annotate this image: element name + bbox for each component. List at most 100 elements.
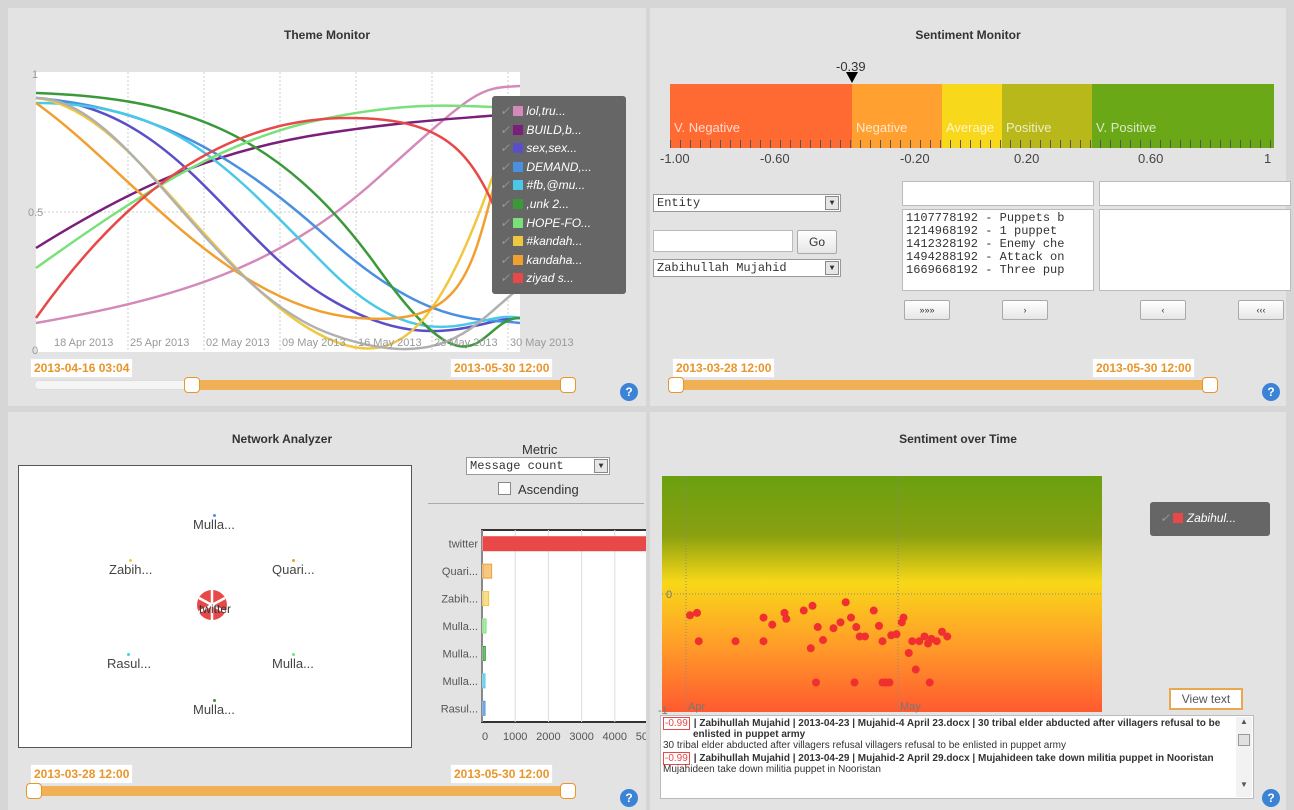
theme-legend-item[interactable]: ✓ BUILD,b... [500, 121, 626, 140]
sentiment-point[interactable] [878, 637, 887, 646]
sentiment-point[interactable] [759, 613, 768, 622]
theme-legend-item[interactable]: ✓ #kandah... [500, 232, 626, 251]
theme-help-icon[interactable]: ? [620, 383, 638, 401]
sentiment-help-icon[interactable]: ? [1262, 383, 1280, 401]
sentiment-point[interactable] [829, 624, 838, 633]
network-node[interactable]: Zabih... [109, 559, 152, 577]
metric-bar[interactable] [482, 673, 486, 689]
theme-slider-handle-start[interactable] [184, 377, 200, 393]
network-node[interactable]: Mulla... [272, 653, 314, 671]
sentiment-point[interactable] [911, 665, 920, 674]
theme-legend-item[interactable]: ✓ kandaha... [500, 251, 626, 270]
sentiment-point[interactable] [869, 606, 878, 615]
theme-legend-item[interactable]: ✓ sex,sex... [500, 139, 626, 158]
legend-label: ,unk 2... [526, 196, 570, 211]
add-button[interactable]: › [1002, 300, 1048, 320]
message-filter-input[interactable] [902, 181, 1094, 206]
theme-legend-item[interactable]: ✓ lol,tru... [500, 102, 626, 121]
network-node[interactable]: Mulla... [193, 514, 235, 532]
metric-bar[interactable] [482, 563, 493, 579]
network-slider-handle-end[interactable] [560, 783, 576, 799]
entity-search-input[interactable] [653, 230, 793, 252]
sentiment-point[interactable] [850, 678, 859, 687]
ascending-checkbox[interactable] [498, 482, 511, 495]
selected-message-list[interactable] [1099, 209, 1291, 291]
metric-bar[interactable] [482, 536, 646, 552]
sentiment-point[interactable] [904, 649, 913, 657]
theme-legend-item[interactable]: ✓ #fb,@mu... [500, 176, 626, 195]
sentiment-point[interactable] [686, 611, 694, 620]
sentiment-point[interactable] [780, 608, 789, 617]
sentiment-point[interactable] [885, 678, 894, 687]
message-list-item[interactable]: 1669668192 - Three pup [906, 264, 1090, 277]
sentiment-point[interactable] [899, 613, 908, 622]
network-help-icon[interactable]: ? [620, 789, 638, 807]
sentiment-scatter-chart[interactable]: 0 -1 Apr May [654, 474, 1104, 724]
sentiment-point[interactable] [808, 601, 817, 610]
sentiment-point[interactable] [847, 613, 855, 622]
sentiment-point[interactable] [920, 632, 929, 641]
network-graph[interactable]: Mulla... Zabih... Quari... twitter Rasul… [18, 465, 412, 748]
sentiment-point[interactable] [892, 630, 901, 639]
sentiment-point[interactable] [908, 637, 917, 646]
sentiment-slider-handle-start[interactable] [668, 377, 684, 393]
remove-button[interactable]: ‹ [1140, 300, 1186, 320]
message-list[interactable]: 1107778192 - Puppets b 1214968192 - 1 pup… [902, 209, 1094, 291]
theme-legend-item[interactable]: ✓ DEMAND,... [500, 158, 626, 177]
x-tick: 25 Apr 2013 [130, 337, 189, 349]
metric-bar[interactable] [482, 700, 486, 716]
sentiment-point[interactable] [759, 637, 768, 646]
add-all-button[interactable]: »»» [904, 300, 950, 320]
message-filter-input-right[interactable] [1099, 181, 1291, 206]
sentiment-point[interactable] [925, 678, 934, 687]
sentiment-point[interactable] [693, 608, 701, 617]
x-tick: 16 May 2013 [358, 337, 422, 349]
message-header[interactable]: -0.99 | Zabihullah Mujahid | 2013-04-29 |… [663, 752, 1235, 765]
network-slider-handle-start[interactable] [26, 783, 42, 799]
sentiment-point[interactable] [932, 637, 941, 646]
sentiment-point[interactable] [694, 637, 703, 646]
message-text-list[interactable]: -0.99 | Zabihullah Mujahid | 2013-04-23 |… [660, 715, 1254, 799]
theme-slider-handle-end[interactable] [560, 377, 576, 393]
network-node-twitter[interactable]: twitter [195, 588, 231, 625]
theme-legend-item[interactable]: ✓ HOPE-FO... [500, 214, 626, 233]
sentiment-point[interactable] [841, 598, 850, 607]
network-node[interactable]: Rasul... [107, 653, 151, 671]
metric-bar-chart[interactable]: 0 1000 2000 3000 4000 5000 twitter Quari... Zabi… [418, 524, 646, 754]
entity-type-select[interactable]: Entity ▼ [653, 194, 841, 212]
message-header-text: | Zabihullah Mujahid | 2013-04-29 | Muja… [693, 753, 1214, 764]
bar-category-label: Mulla... [443, 621, 478, 633]
sentiment-point[interactable] [813, 623, 822, 632]
message-scrollbar[interactable]: ▲ ▼ [1236, 717, 1252, 797]
sentiment-point[interactable] [861, 632, 869, 641]
metric-select[interactable]: Message count ▼ [466, 457, 610, 475]
sentiment-point[interactable] [852, 623, 861, 632]
sentiment-point[interactable] [943, 632, 952, 641]
remove-all-button[interactable]: ‹‹‹ [1238, 300, 1284, 320]
sentiment-point[interactable] [812, 678, 820, 687]
sentiment-time-help-icon[interactable]: ? [1262, 789, 1280, 807]
sentiment-point[interactable] [768, 620, 777, 629]
sentiment-point[interactable] [731, 637, 740, 646]
view-text-button[interactable]: View text [1169, 688, 1243, 710]
metric-bar[interactable] [482, 591, 490, 607]
network-node[interactable]: Mulla... [193, 699, 235, 717]
network-node[interactable]: Quari... [272, 559, 315, 577]
sentiment-point[interactable] [806, 644, 815, 653]
message-header[interactable]: -0.99 | Zabihullah Mujahid | 2013-04-23 |… [663, 717, 1235, 740]
sentiment-time-legend[interactable]: ✓ Zabihul... [1150, 502, 1270, 536]
sentiment-point[interactable] [836, 618, 845, 627]
y-tick: 0 [666, 589, 672, 601]
metric-bar[interactable] [482, 645, 486, 661]
entity-select[interactable]: Zabihullah Mujahid ▼ [653, 259, 841, 277]
metric-bar[interactable] [482, 618, 487, 634]
sentiment-point[interactable] [799, 606, 808, 615]
go-button[interactable]: Go [797, 230, 837, 254]
sentiment-point[interactable] [875, 621, 883, 630]
sentiment-slider-handle-end[interactable] [1202, 377, 1218, 393]
theme-legend-item[interactable]: ✓ ziyad s... [500, 269, 626, 288]
theme-legend-item[interactable]: ✓ ,unk 2... [500, 195, 626, 214]
sentiment-point[interactable] [819, 636, 827, 645]
bar-category-label: Zabih... [441, 594, 478, 606]
legend-swatch [513, 180, 524, 191]
